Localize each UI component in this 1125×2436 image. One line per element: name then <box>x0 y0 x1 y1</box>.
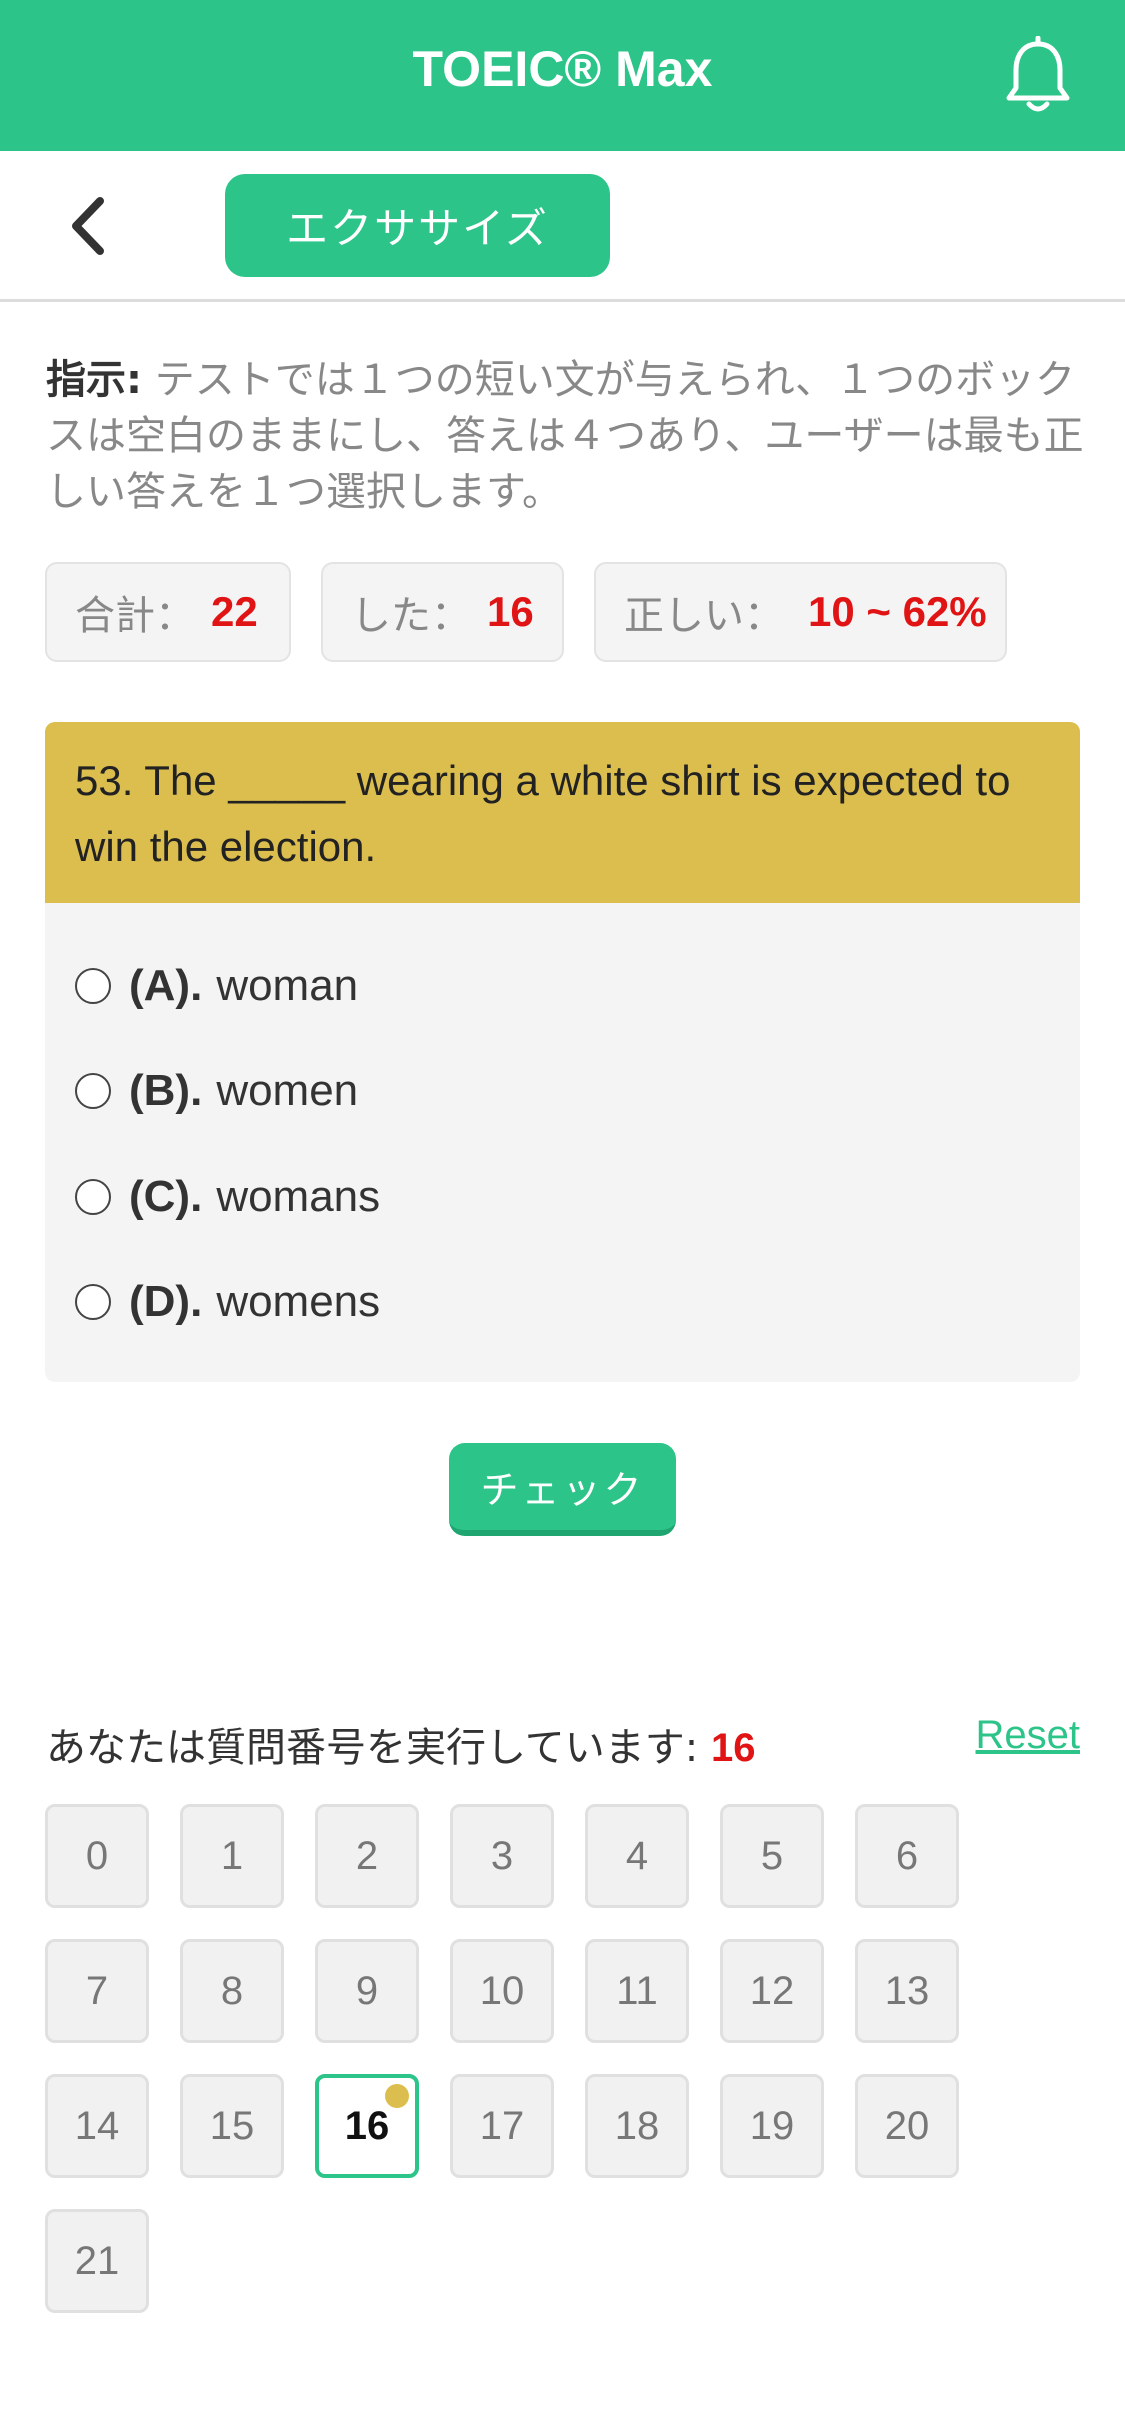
check-button[interactable]: チェック <box>449 1443 676 1536</box>
question-number-label: 1 <box>220 1833 244 1878</box>
question-number-label: 8 <box>220 1968 244 2013</box>
option-text: woman <box>216 961 359 1010</box>
question-number-button[interactable]: 10 <box>450 1939 554 2043</box>
question-number-button[interactable]: 2 <box>315 1804 419 1908</box>
radio-button[interactable] <box>75 1073 111 1109</box>
question-number-button[interactable]: 13 <box>855 1939 959 2043</box>
radio-button[interactable] <box>75 1284 111 1320</box>
running-question-indicator: あなたは質問番号を実行しています: 16 <box>46 1715 756 1773</box>
stat-correct-label: 正しい： <box>624 593 784 639</box>
question-number-button[interactable]: 19 <box>720 2074 824 2178</box>
question-text: 53. The _____ wearing a white shirt is e… <box>45 722 1080 903</box>
stat-total-value: 22 <box>211 588 258 635</box>
question-number-button[interactable]: 12 <box>720 1939 824 2043</box>
app-title: TOEIC® Max <box>412 41 713 97</box>
option-text: womens <box>216 1277 381 1326</box>
reset-link[interactable]: Reset <box>976 1713 1081 1758</box>
question-number-button[interactable]: 15 <box>180 2074 284 2178</box>
stat-done-label: した： <box>351 593 471 639</box>
question-number-button[interactable]: 16 <box>315 2074 419 2178</box>
question-number-label: 16 <box>344 2103 390 2148</box>
option-b[interactable]: (B). women <box>75 1056 358 1126</box>
question-number-label: 6 <box>895 1833 919 1878</box>
question-number-button[interactable]: 1 <box>180 1804 284 1908</box>
question-number-label: 3 <box>490 1833 514 1878</box>
question-number-label: 20 <box>884 2103 930 2148</box>
option-text: women <box>216 1066 359 1115</box>
stat-total-label: 合計： <box>75 593 195 639</box>
question-number-label: 9 <box>355 1968 379 2013</box>
question-number-label: 12 <box>749 1968 795 2013</box>
question-number-button[interactable]: 6 <box>855 1804 959 1908</box>
question-number-button[interactable]: 5 <box>720 1804 824 1908</box>
question-number-button[interactable]: 7 <box>45 1939 149 2043</box>
bell-icon[interactable] <box>1001 36 1075 116</box>
question-number-button[interactable]: 8 <box>180 1939 284 2043</box>
option-label: (A). <box>129 961 203 1010</box>
stat-done: した： 16 <box>321 562 564 662</box>
radio-button[interactable] <box>75 1179 111 1215</box>
app-header: TOEIC® Max <box>0 0 1125 151</box>
question-card: 53. The _____ wearing a white shirt is e… <box>45 722 1080 1382</box>
question-number-button[interactable]: 17 <box>450 2074 554 2178</box>
question-number-button[interactable]: 4 <box>585 1804 689 1908</box>
question-number-button[interactable]: 3 <box>450 1804 554 1908</box>
question-number-button[interactable]: 21 <box>45 2209 149 2313</box>
current-question-number: 16 <box>711 1726 756 1770</box>
option-label: (B). <box>129 1066 203 1115</box>
exercise-tab-button[interactable]: エクササイズ <box>225 174 610 277</box>
radio-button[interactable] <box>75 968 111 1004</box>
question-number-button[interactable]: 20 <box>855 2074 959 2178</box>
option-text: womans <box>216 1172 381 1221</box>
question-number-button[interactable]: 9 <box>315 1939 419 2043</box>
option-a[interactable]: (A). woman <box>75 951 358 1021</box>
question-number-label: 18 <box>614 2103 660 2148</box>
back-arrow-icon[interactable] <box>60 191 124 261</box>
question-number-label: 7 <box>85 1968 109 2013</box>
question-number-label: 4 <box>625 1833 649 1878</box>
question-number-label: 21 <box>74 2238 120 2283</box>
question-number-label: 11 <box>616 1968 658 2013</box>
question-number-label: 5 <box>760 1833 784 1878</box>
current-marker-dot <box>385 2084 409 2108</box>
option-d[interactable]: (D). womens <box>75 1267 380 1337</box>
stat-correct: 正しい： 10 ~ 62% <box>594 562 1007 662</box>
question-number-label: 19 <box>749 2103 795 2148</box>
stat-correct-value: 10 ~ 62% <box>808 588 987 635</box>
instructions: 指示: テストでは１つの短い文が与えられ、１つのボックスは空白のままにし、答えは… <box>46 352 1086 520</box>
option-c[interactable]: (C). womans <box>75 1162 380 1232</box>
question-number-label: 14 <box>74 2103 120 2148</box>
stat-done-value: 16 <box>487 588 534 635</box>
question-number-button[interactable]: 11 <box>585 1939 689 2043</box>
question-number-button[interactable]: 18 <box>585 2074 689 2178</box>
question-number-button[interactable]: 0 <box>45 1804 149 1908</box>
question-number-label: 10 <box>479 1968 525 2013</box>
question-number-label: 13 <box>884 1968 930 2013</box>
option-label: (D). <box>129 1277 203 1326</box>
running-label: あなたは質問番号を実行しています: <box>46 1725 699 1771</box>
question-number-label: 0 <box>85 1833 109 1878</box>
instructions-text: テストでは１つの短い文が与えられ、１つのボックスは空白のままにし、答えは４つあり… <box>46 357 1084 515</box>
sub-navigation: エクササイズ <box>0 151 1125 302</box>
question-number-label: 17 <box>479 2103 525 2148</box>
option-label: (C). <box>129 1172 203 1221</box>
question-number-label: 15 <box>209 2103 255 2148</box>
stat-total: 合計： 22 <box>45 562 291 662</box>
instructions-label: 指示: <box>46 357 142 403</box>
question-number-label: 2 <box>355 1833 379 1878</box>
question-number-button[interactable]: 14 <box>45 2074 149 2178</box>
